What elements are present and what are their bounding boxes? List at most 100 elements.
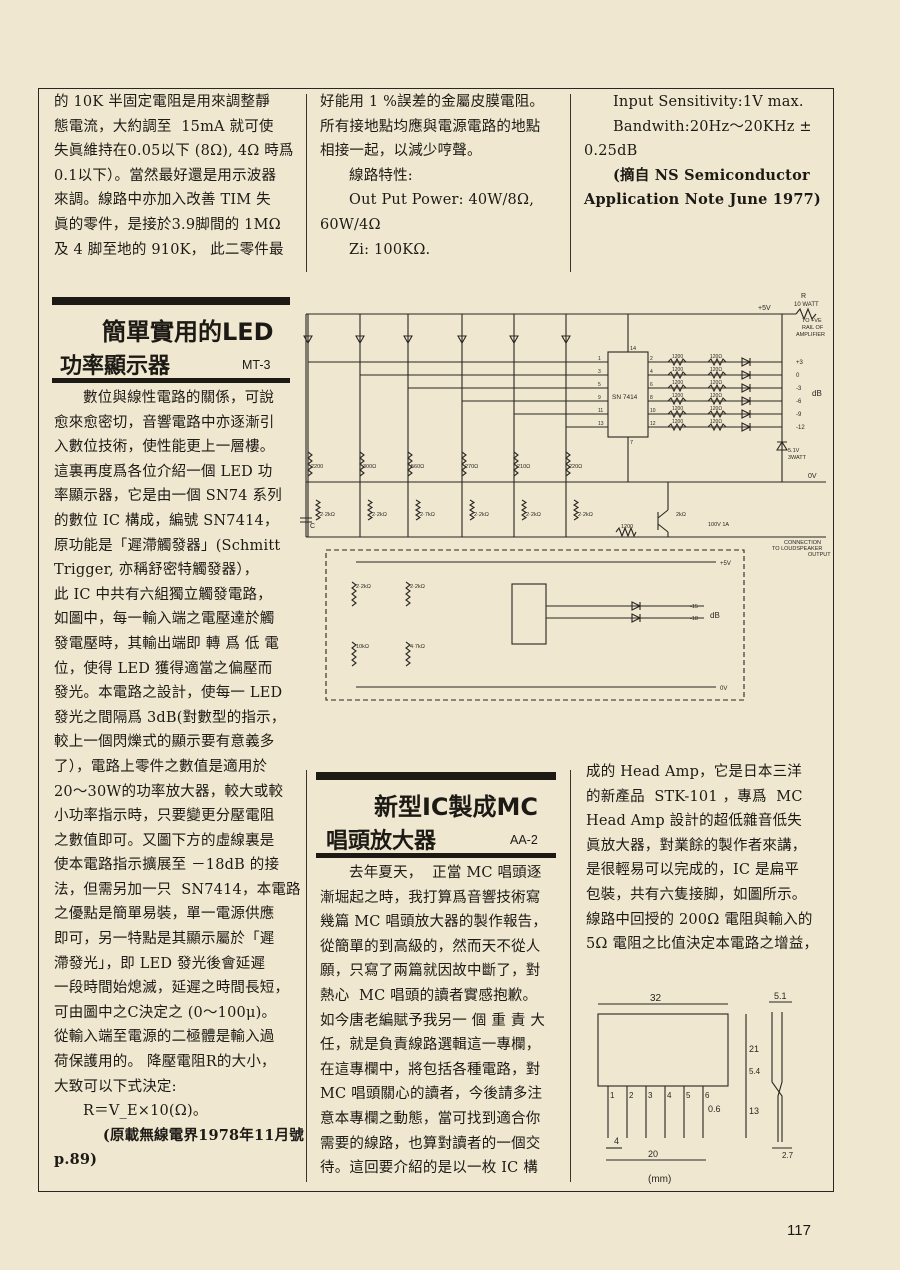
db-level-label: -6 [796,399,802,405]
title-bar [316,772,556,780]
pin-number: 1 [610,1091,615,1100]
db-level-label: -9 [796,412,802,418]
page-number: 117 [787,1222,811,1239]
resistor-label: 2·2kΩ [474,512,489,518]
text-line: 法，但需另加一只 SN7414，本電路 [54,881,301,898]
text-line: 愈來愈密切，音響電路中亦逐漸引 [54,414,275,431]
text-line: 相接一起，以減少哼聲。 [320,143,482,160]
pin-label: 7 [630,440,633,446]
db-level-label: -18 [690,616,698,622]
pin-label: 5 [598,382,601,388]
resistor-label: 1200 [672,354,683,360]
supply-label: +5V [720,561,731,567]
text-line: 60W/4Ω [320,216,381,233]
resistor-r-label: R [801,293,806,300]
title-bar [52,297,290,305]
text-line: 來調。線路中亦加入改善 TIM 失 [54,192,271,209]
resistor-label: 1200 [672,393,683,399]
formula: R＝V_E×10(Ω)。 [83,1103,208,1120]
article-title: 新型IC製成MC [374,793,539,821]
text-line: 發光之間隔爲 3dB(對數型的指示， [54,709,286,726]
text-line: 願，只寫了兩篇就因故中斷了，對 [320,963,541,980]
column-divider [306,94,307,272]
resistor-label: 2·2kΩ [410,584,425,590]
text-line: 發光。本電路之設計，使每一 LED [54,685,283,702]
text-line: 了），電路上零件之數值是適用於 [54,758,268,775]
resistor-label: 2·2kΩ [372,512,387,518]
resistor-label: 1200 [672,406,683,412]
text-line: 從輸入端至電源的二極體是輸入過 [54,1029,275,1046]
pin-number: 2 [629,1091,634,1100]
text-line: 入數位技術，使性能更上一層樓。 [54,439,275,456]
resistor-label: 2200 [311,464,323,470]
ic-package-drawing: 32 5.1 21 5.4 13 0.6 4 20 2.7 (mm) 1 2 3 4 5… [597,991,794,1185]
resistor-label: 220Ω [569,464,582,470]
column-divider [570,770,571,1182]
pin-label: 4 [650,369,653,375]
text-line: 如今唐老編賦予我另一 個 重 責 大 [320,1012,546,1029]
text-line: 熱心 MC 唱頭的讀者實感抱歉。 [320,987,538,1004]
text-line: 包裝，共有六隻接脚，如圖所示。 [586,886,807,903]
text-line: 小功率指示時，只要變更分壓電阻 [54,808,275,825]
text-line: 發電壓時，其輸出端即 轉 爲 低 電 [54,635,280,652]
text-line: Head Amp 設計的超低雜音低失 [586,813,802,830]
db-level-label: +3 [796,360,804,366]
resistor-label: 2·2kΩ [356,584,371,590]
dimension-0-6: 0.6 [708,1104,721,1114]
text-line: 及 4 脚至地的 910K， 此二零件最 [54,241,284,258]
db-level-label: 0 [796,373,800,379]
text-line: Bandwith:20Hz～20KHz ± [613,118,812,135]
text-line: 此 IC 中共有六組獨立觸發電路， [54,586,272,603]
led-article-body: 數位與線性電路的關係，可說 愈來愈密切，音響電路中亦逐漸引 入數位技術，使性能更… [54,386,304,1173]
resistor-label: 120Ω [710,393,722,399]
resistor-label: 2kΩ [676,512,686,518]
pin-label: 3 [598,369,601,375]
text-line: 荷保護用的。 降壓電阻R的大小， [54,1054,276,1071]
resistor-label: 560Ω [411,464,424,470]
pin-number: 5 [686,1091,691,1100]
package-side-view [771,1012,783,1142]
text-line: 成的 Head Amp，它是日本三洋 [586,764,802,780]
rail-note: RAIL OF [802,325,824,331]
led-meter-schematic: +5V 0V R 10 WATT TO +VE RAIL OF AMPLIFIE… [300,293,831,701]
text-line: 5Ω 電阻之比值決定本電路之增益， [586,936,819,953]
text-line: 的數位 IC 構成，編號 SN7414， [54,512,279,529]
citation-line: (原載無線電界1978年11月號 [102,1126,304,1144]
text-line: 一段時間始熄滅，延遲之時間長短， [54,980,290,997]
db-level-label: -3 [796,386,802,392]
rail-note: TO +VE [802,318,822,324]
supply-label: +5V [758,305,771,312]
text-line: 漸堀起之時，我打算爲音響技術寫 [320,889,541,906]
resistor-label: 120Ω [710,354,722,360]
text-line: Zi: 100KΩ. [349,241,431,258]
text-line: 態電流，大約調至 15mA 就可使 [54,118,274,135]
pin-number: 4 [667,1091,672,1100]
pin-label: 2 [650,356,653,362]
resistor-label: 1200 [672,367,683,373]
pin-label: 10 [650,408,656,414]
pin-label: 1 [598,356,601,362]
text-line: Out Put Power: 40W/8Ω, [349,192,535,209]
title-bar [316,853,556,858]
article-code: MT-3 [242,358,271,372]
mc-article-left: 去年夏天， 正當 MC 唱頭逐 漸堀起之時，我打算爲音響技術寫 幾篇 MC 唱頭… [320,861,568,1181]
text-line: 好能用 1 %誤差的金屬皮膜電阻。 [320,94,545,110]
top-col-right: Input Sensitivity:1V max. Bandwith:20Hz～… [584,90,829,213]
cap-input-label: 100V 1A [708,522,729,528]
title-bar [52,378,290,383]
text-line: 幾篇 MC 唱頭放大器的製作報告， [320,914,548,931]
magazine-page: 的 10K 半固定電阻是用來調整靜 態電流，大約調至 15mA 就可使 失眞維持… [0,0,900,1270]
text-line: 的新產品 STK-101 ，專爲 MC [586,788,803,805]
text-line: 的 10K 半固定電阻是用來調整靜 [54,94,270,110]
text-line: 眞放大器，對業餘的製作者來講， [586,837,807,854]
unit-label: (mm) [648,1174,671,1185]
resistor-label: 2·7kΩ [420,512,435,518]
pin-number: 6 [705,1091,710,1100]
resistor-label: 210Ω [517,464,530,470]
text-line: 之優點是簡單易裝，單一電源供應 [54,906,275,923]
db-level-label: -15 [690,604,698,610]
resistor-label: 120Ω [710,367,722,373]
text-line: Input Sensitivity:1V max. [613,94,804,110]
text-line: MC 唱頭關心的讀者，今後請多注 [320,1086,543,1103]
extension-box [325,549,745,701]
